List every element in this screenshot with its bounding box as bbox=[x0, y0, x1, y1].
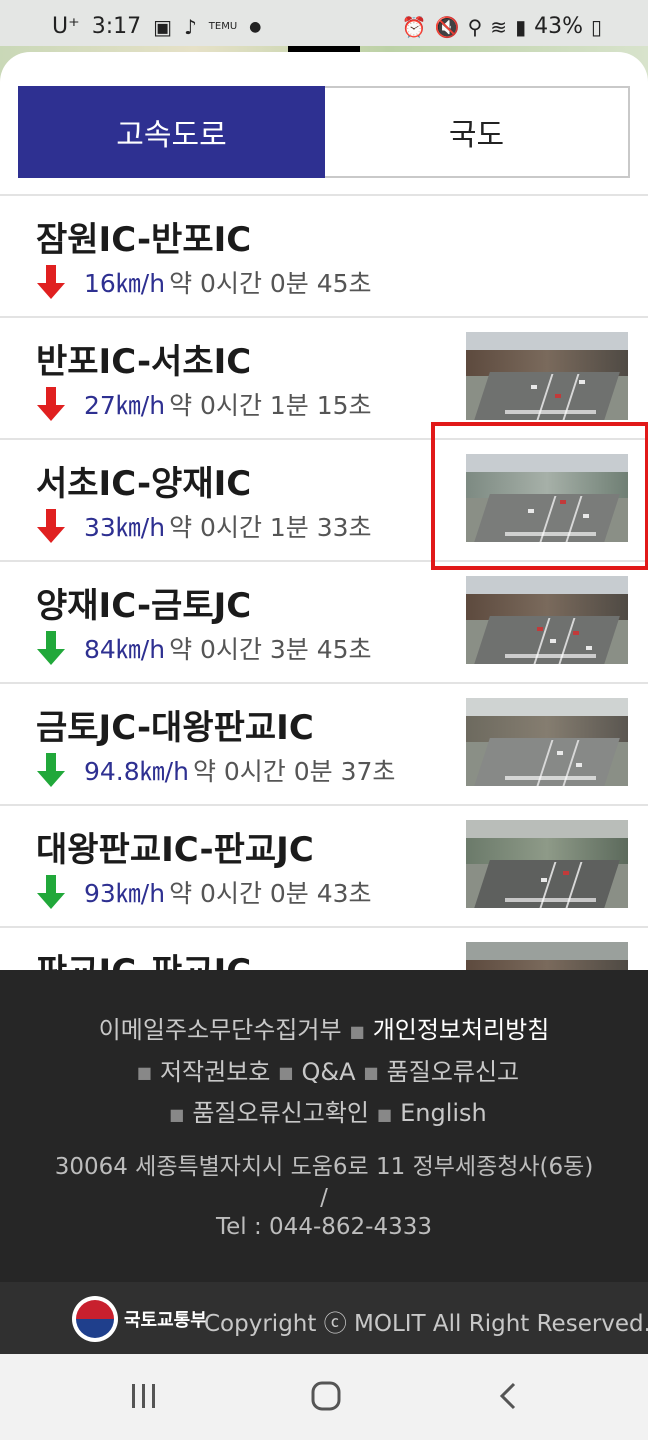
footer-link-privacy[interactable]: 개인정보처리방침 bbox=[373, 1016, 550, 1044]
signal-icon: ▮ bbox=[515, 14, 527, 39]
route-speed: 16㎞/h bbox=[84, 269, 166, 298]
route-speed: 94.8㎞/h bbox=[84, 757, 189, 786]
arrow-down-icon bbox=[37, 509, 65, 543]
copyright-text: Copyright ⓒ MOLIT All Right Reserved. bbox=[204, 1311, 648, 1337]
route-eta: 약 0시간 1분 33초 bbox=[169, 513, 372, 542]
gallery-icon: ▣ bbox=[153, 14, 173, 39]
address-separator: / bbox=[320, 1185, 328, 1211]
route-row[interactable]: 금토JC-대왕판교IC 94.8㎞/h 약 0시간 0분 37초 bbox=[0, 684, 648, 806]
footer: 이메일주소무단수집거부 ■ 개인정보처리방침 ■ 저작권보호 ■ Q&A ■ 품질오류신고 ■… bbox=[0, 970, 648, 1282]
route-speed: 84㎞/h bbox=[84, 635, 166, 664]
cctv-thumbnail[interactable] bbox=[466, 820, 628, 908]
route-eta: 약 0시간 1분 15초 bbox=[169, 391, 372, 420]
route-speed: 33㎞/h bbox=[84, 513, 166, 542]
footer-link-email-refusal[interactable]: 이메일주소무단수집거부 bbox=[99, 1016, 342, 1044]
wifi-icon: ≋ bbox=[490, 14, 508, 39]
cctv-thumbnail[interactable] bbox=[466, 942, 628, 972]
clock: 3:17 bbox=[91, 14, 142, 39]
bullet-icon: ■ bbox=[376, 1104, 393, 1124]
route-eta: 약 0시간 0분 43초 bbox=[169, 879, 372, 908]
route-name: 판교JC-판교IC bbox=[36, 952, 252, 972]
cctv-thumbnail[interactable] bbox=[466, 576, 628, 664]
footer-link-error-report[interactable]: 품질오류신고 bbox=[387, 1058, 519, 1086]
dot-icon: ● bbox=[249, 18, 262, 35]
tab-national-road[interactable]: 국도 bbox=[325, 86, 630, 178]
route-eta: 약 0시간 3분 45초 bbox=[169, 635, 372, 664]
alarm-icon: ⏰ bbox=[401, 14, 427, 39]
footer-links: 이메일주소무단수집거부 ■ 개인정보처리방침 ■ 저작권보호 ■ Q&A ■ 품질오류신고 ■… bbox=[0, 1010, 648, 1135]
footer-link-qa[interactable]: Q&A bbox=[302, 1058, 356, 1086]
recent-apps-icon[interactable] bbox=[114, 1374, 174, 1418]
bullet-icon: ■ bbox=[136, 1063, 152, 1082]
route-name: 반포IC-서초IC bbox=[36, 342, 252, 382]
route-info: 27㎞/h 약 0시간 1분 15초 bbox=[36, 386, 372, 422]
route-info: 93㎞/h 약 0시간 0분 43초 bbox=[36, 874, 372, 910]
mute-icon: 🔇 bbox=[434, 14, 460, 39]
cctv-thumbnail[interactable] bbox=[466, 698, 628, 786]
battery-percent: 43% bbox=[534, 14, 583, 39]
bullet-icon: ■ bbox=[349, 1021, 365, 1041]
arrow-down-icon bbox=[37, 631, 65, 665]
arrow-down-icon bbox=[37, 265, 65, 299]
copyright-bar: 국토교통부 Copyright ⓒ MOLIT All Right Reserv… bbox=[0, 1282, 648, 1354]
footer-link-copyright[interactable]: 저작권보호 bbox=[160, 1058, 270, 1086]
route-speed: 27㎞/h bbox=[84, 391, 166, 420]
cctv-thumbnail[interactable] bbox=[466, 332, 628, 420]
selection-highlight bbox=[431, 422, 648, 570]
route-eta: 약 0시간 0분 45초 bbox=[169, 269, 372, 298]
route-info: 33㎞/h 약 0시간 1분 33초 bbox=[36, 508, 372, 544]
route-name: 양재IC-금토JC bbox=[36, 586, 252, 626]
back-icon[interactable] bbox=[478, 1374, 538, 1418]
home-icon[interactable] bbox=[296, 1374, 356, 1418]
route-info: 16㎞/h 약 0시간 0분 45초 bbox=[36, 264, 372, 300]
bullet-icon: ■ bbox=[169, 1104, 185, 1124]
bullet-icon: ■ bbox=[363, 1063, 379, 1082]
arrow-down-icon bbox=[37, 387, 65, 421]
footer-address: 30064 세종특별자치시 도움6로 11 정부세종청사(6동) / bbox=[0, 1152, 648, 1214]
route-eta: 약 0시간 0분 37초 bbox=[192, 757, 396, 786]
route-row[interactable]: 판교JC-판교IC bbox=[0, 928, 648, 972]
arrow-down-icon bbox=[37, 875, 65, 909]
footer-link-english[interactable]: English bbox=[400, 1099, 487, 1127]
route-row[interactable]: 양재IC-금토JC 84㎞/h 약 0시간 3분 45초 bbox=[0, 562, 648, 684]
route-name: 대왕판교IC-판교JC bbox=[36, 830, 314, 870]
address-text: 30064 세종특별자치시 도움6로 11 정부세종청사(6동) bbox=[54, 1154, 594, 1180]
bullet-icon: ■ bbox=[278, 1063, 294, 1082]
temu-icon: TEMU bbox=[208, 20, 238, 32]
location-icon: ⚲ bbox=[467, 14, 483, 39]
footer-link-error-check[interactable]: 품질오류신고확인 bbox=[192, 1099, 369, 1127]
tiktok-icon: ♪ bbox=[184, 14, 197, 39]
road-type-tabs: 고속도로 국도 bbox=[18, 86, 630, 178]
battery-icon: ▯ bbox=[590, 14, 602, 39]
route-info: 94.8㎞/h 약 0시간 0분 37초 bbox=[36, 752, 395, 788]
arrow-down-icon bbox=[37, 753, 65, 787]
molit-logo-icon bbox=[72, 1296, 118, 1342]
footer-tel: Tel : 044-862-4333 bbox=[216, 1214, 432, 1240]
tab-expressway[interactable]: 고속도로 bbox=[18, 86, 325, 178]
route-info: 84㎞/h 약 0시간 3분 45초 bbox=[36, 630, 372, 666]
route-row[interactable]: 잠원IC-반포IC 16㎞/h 약 0시간 0분 45초 bbox=[0, 196, 648, 318]
route-name: 서초IC-양재IC bbox=[36, 464, 252, 504]
route-speed: 93㎞/h bbox=[84, 879, 166, 908]
carrier-label: U⁺ bbox=[52, 14, 80, 39]
route-name: 잠원IC-반포IC bbox=[36, 220, 252, 260]
org-name: 국토교통부 bbox=[124, 1310, 207, 1331]
system-nav-bar bbox=[0, 1354, 648, 1440]
route-name: 금토JC-대왕판교IC bbox=[36, 708, 314, 748]
route-row[interactable]: 대왕판교IC-판교JC 93㎞/h 약 0시간 0분 43초 bbox=[0, 806, 648, 928]
